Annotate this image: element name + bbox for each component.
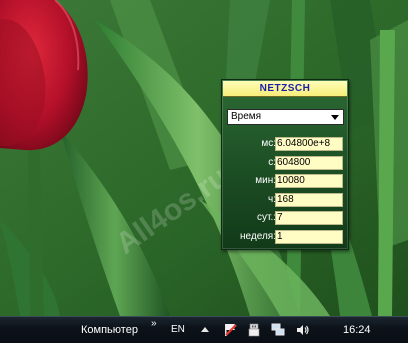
clock[interactable]: 16:24 [343,317,371,343]
conversion-row-day: сут.: 7 [222,211,350,225]
value-field-day[interactable]: 7 [275,211,343,225]
language-indicator[interactable]: EN [171,317,185,343]
value-field-s[interactable]: 604800 [275,156,343,170]
value-field-h[interactable]: 168 [275,193,343,207]
value-field-min[interactable]: 10080 [275,174,343,188]
value-field-week[interactable]: 1 [275,230,343,244]
taskbar: Компьютер » EN 16:24 [0,316,408,343]
chevron-down-icon[interactable] [331,115,339,120]
action-center-flag-icon[interactable] [223,323,237,337]
conversion-row-h: ч: 168 [222,193,350,207]
conversion-row-min: мин: 10080 [222,174,350,188]
row-label: сут.: [256,212,276,223]
toolbar-overflow-chevrons[interactable]: » [151,311,157,338]
unit-category-select[interactable]: Время [227,109,344,125]
row-label: мин: [255,175,276,186]
unit-category-value: Время [231,111,262,122]
gadget-title: NETZSCH [223,81,347,97]
value-field-ms[interactable]: 6.04800e+8 [275,137,343,151]
show-hidden-icons-icon[interactable] [201,327,209,332]
conversion-row-week: неделя: 1 [222,230,350,244]
network-icon[interactable] [271,323,285,337]
row-label: мс: [261,138,276,149]
volume-icon[interactable] [296,323,310,337]
usb-device-icon[interactable] [247,323,261,337]
computer-toolbar-label[interactable]: Компьютер [81,317,138,343]
conversion-row-s: с: 604800 [222,156,350,170]
row-label: неделя: [240,231,276,242]
unit-converter-gadget: NETZSCH Время мс: 6.04800e+8 с: 604800 м… [221,79,349,250]
conversion-row-ms: мс: 6.04800e+8 [222,137,350,151]
